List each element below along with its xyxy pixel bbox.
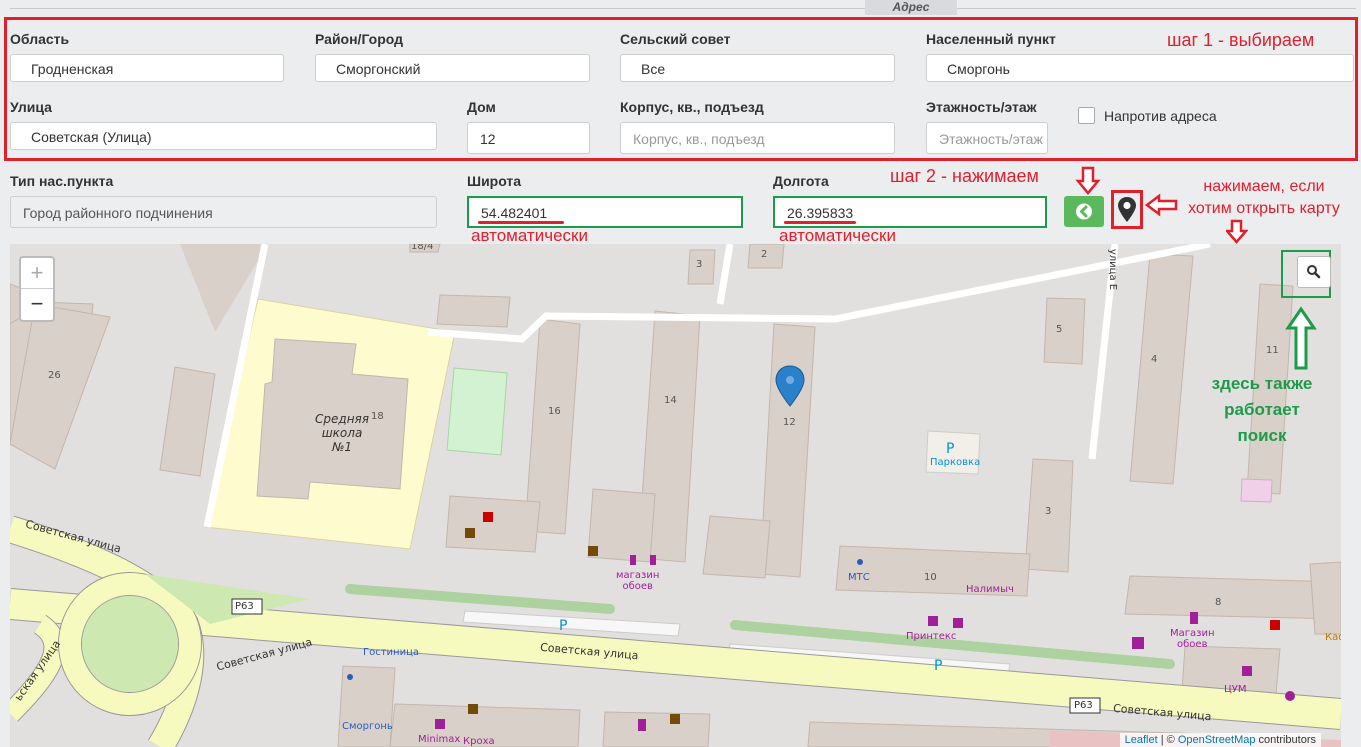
map-label-school-line-3: №1 bbox=[331, 440, 353, 454]
section-divider bbox=[10, 8, 1356, 9]
search-icon bbox=[1307, 265, 1321, 279]
dom-input[interactable]: 12 bbox=[467, 122, 590, 154]
map-marker-icon bbox=[1118, 197, 1136, 222]
map-house-18-4: 18/4 bbox=[411, 244, 434, 252]
step2-arrow-down-icon bbox=[1075, 166, 1101, 195]
map-label-parking: Парковка bbox=[930, 457, 981, 468]
map-label-kroha: Кроха bbox=[463, 736, 495, 747]
map-label-street-ulica: улица Е bbox=[1107, 248, 1119, 291]
map-house-3b: 3 bbox=[1045, 506, 1052, 517]
attribution-rest: contributors bbox=[1255, 734, 1316, 746]
ulica-label: Улица bbox=[10, 99, 52, 115]
map-label-smorgon: Сморгонь bbox=[342, 721, 393, 732]
map-house-3a: 3 bbox=[696, 259, 703, 270]
map-label-r63-2: Р63 bbox=[1074, 700, 1093, 711]
open-map-button[interactable] bbox=[1115, 194, 1139, 225]
lon-value: 26.395833 bbox=[787, 205, 854, 221]
leaflet-link[interactable]: Leaflet bbox=[1125, 734, 1158, 746]
osm-link[interactable]: OpenStreetMap bbox=[1178, 734, 1256, 746]
map-parking-icon: P bbox=[946, 441, 955, 457]
get-coordinates-button[interactable] bbox=[1064, 196, 1104, 227]
map-label-r63-1: Р63 bbox=[235, 601, 254, 612]
oblast-select[interactable]: Гродненская bbox=[10, 54, 284, 82]
map-house-12: 12 bbox=[783, 417, 796, 428]
lon-label: Долгота bbox=[773, 173, 829, 189]
map-house-5: 5 bbox=[1056, 324, 1063, 335]
selsovet-select[interactable]: Все bbox=[620, 54, 895, 82]
map-hint-line-1: нажимаем, если bbox=[1203, 178, 1325, 195]
map-house-2: 2 bbox=[761, 249, 768, 260]
map-label-magazin-2-line-1: Магазин bbox=[1170, 628, 1215, 639]
section-title: Адрес bbox=[865, 0, 957, 15]
search-hint-arrow-up-icon bbox=[1285, 306, 1317, 370]
map-parking-icon-3: P bbox=[934, 658, 943, 674]
map-house-11: 11 bbox=[1266, 345, 1279, 356]
korpus-label: Корпус, кв., подъезд bbox=[620, 99, 764, 115]
naprotiv-label: Напротив адреса bbox=[1104, 108, 1217, 124]
arrow-left-circle-icon bbox=[1076, 203, 1092, 220]
etazh-label: Этажность/этаж bbox=[926, 99, 1037, 115]
map-view[interactable]: Средняя школа №1 Советская улица Советск… bbox=[10, 244, 1341, 747]
oblast-label: Область bbox=[10, 31, 70, 47]
rayon-label: Район/Город bbox=[315, 31, 404, 47]
map-label-minimax: Minimax bbox=[418, 734, 461, 745]
step1-annotation: шаг 1 - выбираем bbox=[1167, 30, 1315, 50]
map-label-magazin-1-line-1: магазин bbox=[616, 570, 660, 581]
zoom-in-button[interactable]: + bbox=[21, 258, 53, 289]
map-house-26: 26 bbox=[48, 370, 61, 381]
map-search-button[interactable] bbox=[1297, 256, 1331, 288]
lat-value: 54.482401 bbox=[481, 205, 548, 221]
map-hint-line-2: хотим открыть карту bbox=[1188, 200, 1340, 217]
attribution-sep: | © bbox=[1157, 734, 1178, 746]
lat-auto-annotation: автоматически bbox=[471, 226, 588, 245]
map-house-8: 8 bbox=[1215, 597, 1222, 608]
rayon-select[interactable]: Сморгонский bbox=[315, 54, 590, 82]
map-attribution: Leaflet | © OpenStreetMap contributors bbox=[1119, 733, 1321, 747]
map-label-school: Средняя школа №1 bbox=[312, 412, 372, 454]
map-label-magazin-2: Магазин обоев bbox=[1170, 628, 1215, 650]
map-zoom-control: + − bbox=[19, 256, 55, 322]
dom-label: Дом bbox=[467, 99, 496, 115]
lon-auto-annotation: автоматически bbox=[779, 226, 896, 245]
korpus-input[interactable]: Корпус, кв., подъезд bbox=[620, 122, 895, 154]
etazh-input[interactable]: Этажность/этаж bbox=[926, 122, 1048, 154]
map-label-school-line-1: Средняя bbox=[315, 412, 369, 426]
search-hint-line-1: здесь также bbox=[1211, 374, 1313, 393]
map-tiles bbox=[10, 244, 1341, 747]
map-house-10: 10 bbox=[924, 572, 937, 583]
tip-label: Тип нас.пункта bbox=[10, 173, 114, 189]
map-hint-arrow-down-icon bbox=[1226, 219, 1248, 244]
map-label-school-line-2: школа bbox=[321, 426, 363, 440]
punkt-select[interactable]: Сморгонь bbox=[926, 54, 1354, 82]
map-hint-annotation: нажимаем, если хотим открыть карту bbox=[1178, 176, 1350, 220]
search-hint-annotation: здесь также работает поиск bbox=[1198, 371, 1326, 449]
lat-underline bbox=[478, 221, 564, 224]
map-parking-icon-2: P bbox=[559, 618, 568, 634]
lon-underline bbox=[784, 221, 856, 224]
ulica-select[interactable]: Советская (Улица) bbox=[10, 122, 437, 150]
map-label-magazin-1: магазин обоев bbox=[616, 570, 659, 592]
map-label-tsum: ЦУМ bbox=[1224, 684, 1247, 695]
map-house-18: 18 bbox=[371, 411, 384, 422]
map-label-mts: МТС bbox=[848, 572, 870, 583]
lat-label: Широта bbox=[467, 173, 522, 189]
punkt-label: Населенный пункт bbox=[926, 31, 1056, 47]
search-hint-line-2: работает поиск bbox=[1224, 400, 1300, 445]
map-house-14: 14 bbox=[664, 395, 677, 406]
map-house-16: 16 bbox=[548, 406, 561, 417]
map-label-magazin-2-line-2: обоев bbox=[1177, 639, 1208, 650]
tip-field: Город районного подчинения bbox=[10, 196, 437, 228]
step2-annotation: шаг 2 - нажимаем bbox=[890, 166, 1039, 186]
map-label-nalimych: Налимыч bbox=[966, 584, 1014, 595]
naprotiv-checkbox[interactable] bbox=[1078, 107, 1095, 124]
map-label-magazin-1-line-2: обоев bbox=[622, 581, 653, 592]
zoom-out-button[interactable]: − bbox=[21, 289, 53, 319]
map-label-kafe: Каф bbox=[1325, 632, 1341, 643]
map-house-4: 4 bbox=[1151, 354, 1158, 365]
selsovet-label: Сельский совет bbox=[620, 31, 731, 47]
map-hint-arrow-left-icon bbox=[1145, 193, 1178, 217]
map-label-gostinica: Гостиница bbox=[363, 647, 420, 658]
map-label-printeks: Принтекс bbox=[906, 631, 957, 642]
